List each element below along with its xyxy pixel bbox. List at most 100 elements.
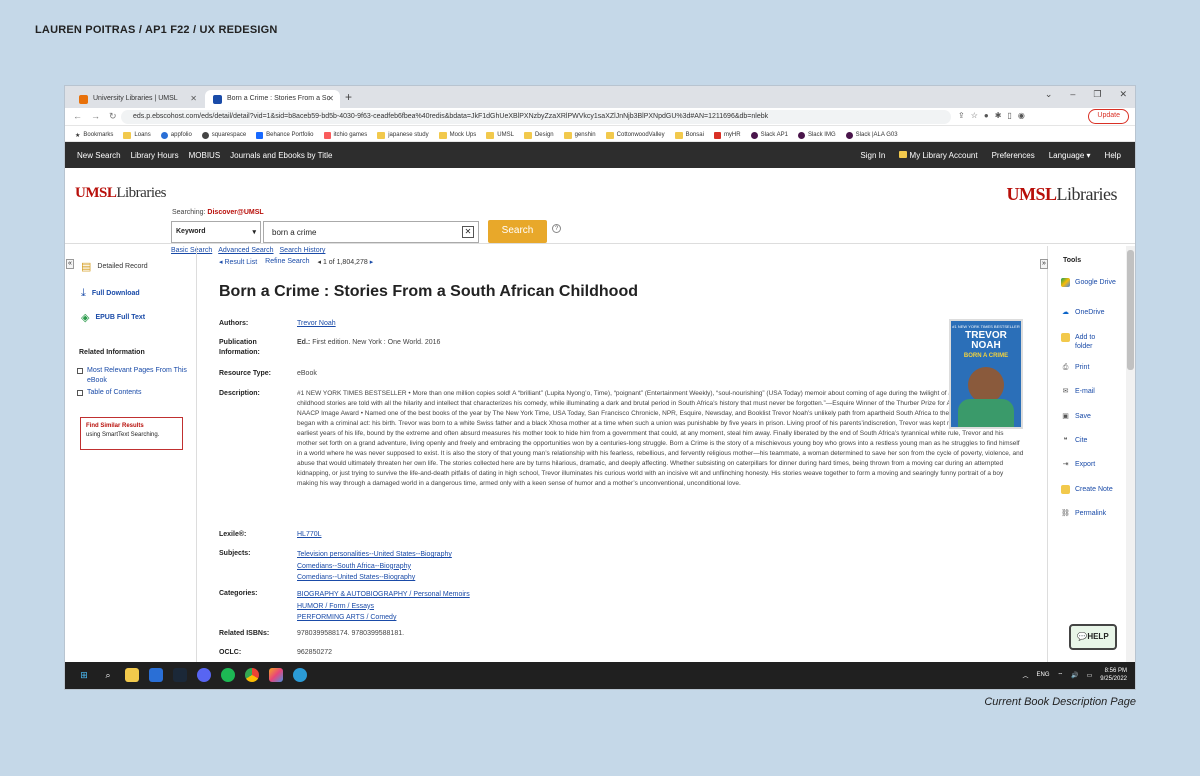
extension-icon[interactable]: ●	[984, 111, 989, 120]
sidebar-icon[interactable]: ▯	[1007, 111, 1011, 120]
help-question-icon[interactable]: ?	[552, 224, 561, 233]
nav-journals[interactable]: Journals and Ebooks by Title	[230, 151, 332, 160]
tool-print[interactable]: ⎙ Print	[1061, 363, 1090, 372]
category-link[interactable]: HUMOR / Form / Essays	[297, 601, 937, 613]
bookmark-item[interactable]: japanese study	[377, 129, 429, 141]
forward-icon[interactable]: →	[91, 111, 100, 122]
result-list-link[interactable]: ◂ Result List	[219, 258, 257, 266]
bookmark-item[interactable]: Slack AP1	[750, 129, 788, 141]
tool-save[interactable]: ▣ Save	[1061, 412, 1091, 421]
bookmark-item[interactable]: itchio games	[323, 129, 367, 141]
back-icon[interactable]: ←	[73, 111, 82, 122]
bookmark-item[interactable]: Slack |ALA G03	[845, 129, 898, 141]
bookmark-item[interactable]: myHR	[713, 129, 741, 141]
category-link[interactable]: PERFORMING ARTS / Comedy	[297, 612, 937, 624]
steam-icon[interactable]	[173, 668, 187, 682]
close-icon[interactable]: ✕	[327, 94, 334, 103]
subject-link[interactable]: Television personalities--United States-…	[297, 549, 937, 561]
tool-cite[interactable]: ❝ Cite	[1061, 436, 1088, 445]
clear-icon[interactable]: ✕	[462, 226, 474, 238]
search-button[interactable]: Search	[488, 220, 547, 243]
globe-icon[interactable]	[293, 668, 307, 682]
close-window-icon[interactable]: ✕	[1119, 89, 1127, 100]
tool-permalink[interactable]: ⛓ Permalink	[1061, 509, 1106, 518]
collapse-right-icon[interactable]: »	[1040, 259, 1048, 269]
tab-search-icon[interactable]: ⌄	[1045, 89, 1053, 100]
full-download-link[interactable]: ⤓ Full Download	[81, 287, 140, 300]
tool-onedrive[interactable]: ☁ OneDrive	[1061, 308, 1105, 317]
nav-help[interactable]: Help	[1105, 151, 1121, 160]
related-link[interactable]: Table of Contents	[77, 388, 141, 398]
photos-icon[interactable]	[269, 668, 283, 682]
chevron-up-icon[interactable]: ︿	[1022, 671, 1028, 680]
lexile-link[interactable]: HL770L	[297, 530, 937, 540]
bookmark-item[interactable]: appfolio	[160, 129, 192, 141]
bookmark-item[interactable]: Bonsai	[674, 129, 704, 141]
tab-umsl[interactable]: University Libraries | UMSL ✕	[71, 90, 203, 108]
wifi-icon[interactable]: ⌔	[1058, 671, 1064, 679]
bookmark-item[interactable]: Behance Portfolio	[256, 129, 314, 141]
umsl-logo[interactable]: UMSLLibraries	[75, 184, 166, 202]
subject-link[interactable]: Comedians--United States--Biography	[297, 572, 937, 584]
prev-icon[interactable]: ◂	[318, 259, 322, 266]
discord-icon[interactable]	[197, 668, 211, 682]
nav-my-account[interactable]: My Library Account	[899, 151, 978, 160]
new-tab-icon[interactable]: +	[345, 90, 352, 104]
field-select[interactable]: Keyword ▾	[171, 221, 261, 243]
tool-google-drive[interactable]: Google Drive	[1061, 278, 1121, 287]
search-input[interactable]: born a crime ✕	[263, 221, 479, 243]
tool-create-note[interactable]: Create Note	[1061, 485, 1113, 494]
bookmark-item[interactable]: Slack IMG	[797, 129, 836, 141]
bookmark-item[interactable]: CottonwoodValley	[605, 129, 665, 141]
clock[interactable]: 8:56 PM 9/25/2022	[1100, 667, 1127, 683]
url-input[interactable]: eds.p.ebscohost.com/eds/detail/detail?vi…	[121, 110, 951, 124]
windows-start-icon[interactable]: ⊞	[77, 668, 91, 682]
chrome-icon[interactable]	[245, 668, 259, 682]
bookmark-item[interactable]: squarespace	[201, 129, 246, 141]
nav-preferences[interactable]: Preferences	[992, 151, 1035, 160]
restore-icon[interactable]: ❐	[1093, 89, 1101, 100]
tool-email[interactable]: ✉ E-mail	[1061, 387, 1095, 396]
file-explorer-icon[interactable]	[125, 668, 139, 682]
bookmark-item[interactable]: ★ Bookmarks	[75, 129, 113, 141]
dropbox-icon[interactable]	[149, 668, 163, 682]
bookmark-item[interactable]: Loans	[123, 129, 151, 141]
collapse-left-icon[interactable]: «	[66, 259, 74, 269]
spotify-icon[interactable]	[221, 668, 235, 682]
star-icon[interactable]: ☆	[971, 111, 978, 120]
find-similar-box[interactable]: Find Similar Results using SmartText Sea…	[80, 417, 183, 450]
bookmark-item[interactable]: Mock Ups	[438, 129, 476, 141]
scrollbar-thumb[interactable]	[1127, 250, 1134, 370]
tool-export[interactable]: ⇥ Export	[1061, 460, 1096, 469]
tool-add-folder[interactable]: Add to folder	[1061, 333, 1111, 351]
detailed-record-item[interactable]: ▤ Detailed Record	[81, 260, 148, 273]
bookmark-item[interactable]: Design	[523, 129, 554, 141]
nav-mobius[interactable]: MOBIUS	[189, 151, 221, 160]
search-icon[interactable]: ⌕	[101, 668, 115, 682]
next-icon[interactable]: ▸	[370, 259, 374, 266]
tab-born-a-crime[interactable]: Born a Crime : Stories From a So ✕	[205, 90, 340, 108]
epub-link[interactable]: ◈ EPUB Full Text	[81, 311, 145, 324]
nav-sign-in[interactable]: Sign In	[860, 151, 885, 160]
language-indicator[interactable]: ENG	[1036, 672, 1049, 678]
related-link[interactable]: Most Relevant Pages From This eBook	[77, 366, 187, 386]
volume-icon[interactable]: 🔊	[1071, 672, 1078, 679]
bookmark-item[interactable]: genshin	[563, 129, 596, 141]
profile-avatar-icon[interactable]: ◉	[1018, 111, 1025, 120]
author-link[interactable]: Trevor Noah	[297, 319, 937, 329]
bookmark-item[interactable]: UMSL	[486, 129, 514, 141]
refine-search-link[interactable]: Refine Search	[265, 258, 309, 266]
battery-icon[interactable]: ▭	[1087, 672, 1093, 679]
book-cover[interactable]: #1 NEW YORK TIMES BESTSELLER TREVOR NOAH…	[949, 319, 1023, 429]
puzzle-icon[interactable]: ✱	[995, 111, 1002, 120]
category-link[interactable]: BIOGRAPHY & AUTOBIOGRAPHY / Personal Mem…	[297, 589, 937, 601]
nav-new-search[interactable]: New Search	[77, 151, 121, 160]
share-icon[interactable]: ⇪	[958, 111, 965, 120]
subject-link[interactable]: Comedians--South Africa--Biography	[297, 561, 937, 573]
minimize-icon[interactable]: –	[1070, 89, 1075, 100]
nav-library-hours[interactable]: Library Hours	[131, 151, 179, 160]
close-icon[interactable]: ✕	[190, 94, 197, 103]
reload-icon[interactable]: ↻	[109, 111, 117, 122]
nav-language[interactable]: Language ▾	[1049, 151, 1091, 160]
help-button[interactable]: 💬HELP	[1069, 624, 1117, 650]
